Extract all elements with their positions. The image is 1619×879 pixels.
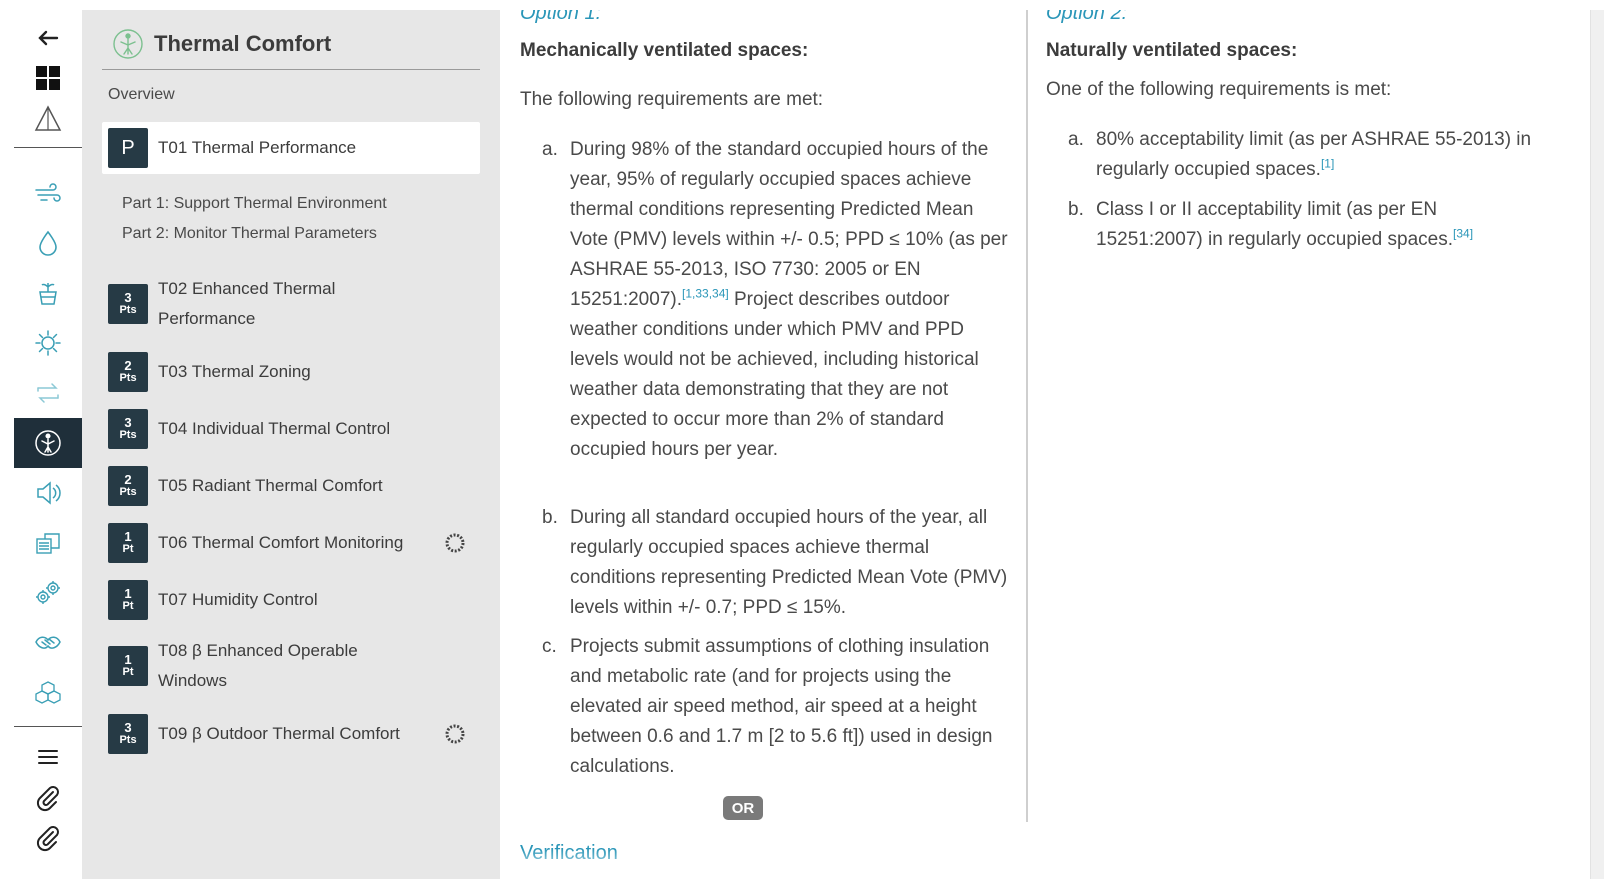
list-item: c. Projects submit assumptions of clothi… — [542, 632, 1010, 782]
rail-divider — [14, 147, 82, 148]
subpart-item-1[interactable]: Part 1: Support Thermal Environment — [122, 195, 387, 213]
feature-label: T04 Individual Thermal Control — [158, 419, 391, 438]
reference-link[interactable]: [1] — [1321, 157, 1334, 171]
rail-divider-2 — [14, 726, 82, 727]
app-frame: Thermal Comfort Overview P T01 Thermal P… — [14, 10, 1604, 879]
list-marker: b. — [542, 507, 558, 528]
nourishment-icon[interactable] — [14, 270, 82, 316]
option-1-intro: The following requirements are met: — [520, 89, 824, 110]
mind-icon[interactable] — [14, 570, 82, 616]
air-icon[interactable] — [14, 170, 82, 216]
feature-label: T02 Enhanced Thermal Performance — [158, 279, 336, 328]
verification-heading: Verification — [520, 842, 618, 864]
points-badge: 3 Pts — [108, 284, 148, 324]
paperclip-icon-2[interactable] — [14, 814, 82, 860]
movement-icon[interactable] — [14, 370, 82, 416]
sidebar-title: Thermal Comfort — [154, 30, 332, 56]
list-marker: b. — [1068, 199, 1084, 220]
feature-sidebar: Thermal Comfort Overview P T01 Thermal P… — [82, 10, 500, 879]
list-marker: a. — [542, 139, 558, 160]
list-item-text: 80% acceptability limit (as per ASHRAE 5… — [1096, 129, 1532, 180]
sidebar-header: Thermal Comfort — [102, 18, 480, 70]
precondition-badge: P — [108, 128, 148, 168]
feature-item-t06[interactable]: 1 Pt T06 Thermal Comfort Monitoring — [102, 521, 480, 565]
scroll-strip[interactable] — [1590, 10, 1604, 879]
column-divider — [1026, 10, 1028, 822]
points-badge: 3 Pts — [108, 714, 148, 754]
sound-icon[interactable] — [14, 470, 82, 516]
option-2-intro: One of the following requirements is met… — [1046, 79, 1392, 100]
feature-item-t08[interactable]: 1 Pt T08 β Enhanced Operable Windows — [102, 636, 480, 696]
water-icon[interactable] — [14, 220, 82, 266]
dotted-circle-icon — [445, 533, 465, 553]
feature-item-t07[interactable]: 1 Pt T07 Humidity Control — [102, 578, 480, 622]
dotted-circle-icon — [445, 724, 465, 744]
icon-rail — [14, 10, 82, 879]
points-badge: 1 Pt — [108, 523, 148, 563]
feature-item-t04[interactable]: 3 Pts T04 Individual Thermal Control — [102, 407, 480, 451]
list-marker: a. — [1068, 129, 1084, 150]
thermal-comfort-logo-icon — [113, 28, 143, 59]
or-separator-badge: OR — [723, 796, 763, 820]
materials-icon[interactable] — [14, 520, 82, 566]
points-badge: 1 Pt — [108, 580, 148, 620]
triangle-icon[interactable] — [14, 96, 82, 142]
subpart-item-2[interactable]: Part 2: Monitor Thermal Parameters — [122, 225, 377, 243]
list-item-text: Class I or II acceptability limit (as pe… — [1096, 199, 1474, 250]
feature-item-t03[interactable]: 2 Pts T03 Thermal Zoning — [102, 350, 480, 394]
reference-link[interactable]: [1,33,34] — [682, 287, 729, 301]
bottom-fade — [500, 849, 1556, 879]
option-2-heading: Naturally ventilated spaces: — [1046, 40, 1298, 61]
list-marker: c. — [542, 636, 557, 657]
list-item-text: During all standard occupied hours of th… — [570, 507, 1008, 618]
feature-content: Option 1: Mechanically ventilated spaces… — [500, 10, 1556, 879]
feature-item-t09[interactable]: 3 Pts T09 β Outdoor Thermal Comfort — [102, 712, 480, 756]
list-item: a. During 98% of the standard occupied h… — [542, 135, 1010, 465]
feature-label: T08 β Enhanced Operable Windows — [158, 641, 358, 690]
points-badge: 2 Pts — [108, 466, 148, 506]
reference-link[interactable]: [34] — [1453, 227, 1473, 241]
community-icon[interactable] — [14, 620, 82, 666]
feature-label: T05 Radiant Thermal Comfort — [158, 476, 383, 495]
list-item: b. During all standard occupied hours of… — [542, 503, 1010, 623]
feature-item-t02[interactable]: 3 Pts T02 Enhanced Thermal Performance — [102, 274, 480, 334]
dashboard-grid-icon[interactable] — [14, 55, 82, 101]
feature-item-t05[interactable]: 2 Pts T05 Radiant Thermal Comfort — [102, 464, 480, 508]
sidebar-overview-link[interactable]: Overview — [108, 86, 175, 104]
option-1-title: Option 1: — [520, 10, 602, 24]
points-badge: 2 Pts — [108, 352, 148, 392]
feature-label: T03 Thermal Zoning — [158, 362, 311, 381]
feature-item-t01[interactable]: P T01 Thermal Performance — [102, 122, 480, 174]
light-icon[interactable] — [14, 320, 82, 366]
list-item-text: Projects submit assumptions of clothing … — [570, 636, 993, 777]
feature-label: T07 Humidity Control — [158, 590, 318, 609]
option-1-heading: Mechanically ventilated spaces: — [520, 40, 809, 61]
list-item: b. Class I or II acceptability limit (as… — [1068, 195, 1546, 255]
list-item: a. 80% acceptability limit (as per ASHRA… — [1068, 125, 1546, 185]
feature-label: T06 Thermal Comfort Monitoring — [158, 533, 404, 552]
feature-label: T01 Thermal Performance — [158, 138, 357, 157]
points-badge: 1 Pt — [108, 646, 148, 686]
thermal-comfort-icon[interactable] — [14, 418, 82, 468]
points-badge: 3 Pts — [108, 409, 148, 449]
list-item-text: During 98% of the standard occupied hour… — [570, 139, 1008, 460]
option-2-title: Option 2: — [1046, 10, 1128, 24]
feature-label: T09 β Outdoor Thermal Comfort — [158, 724, 400, 743]
innovation-icon[interactable] — [14, 670, 82, 716]
